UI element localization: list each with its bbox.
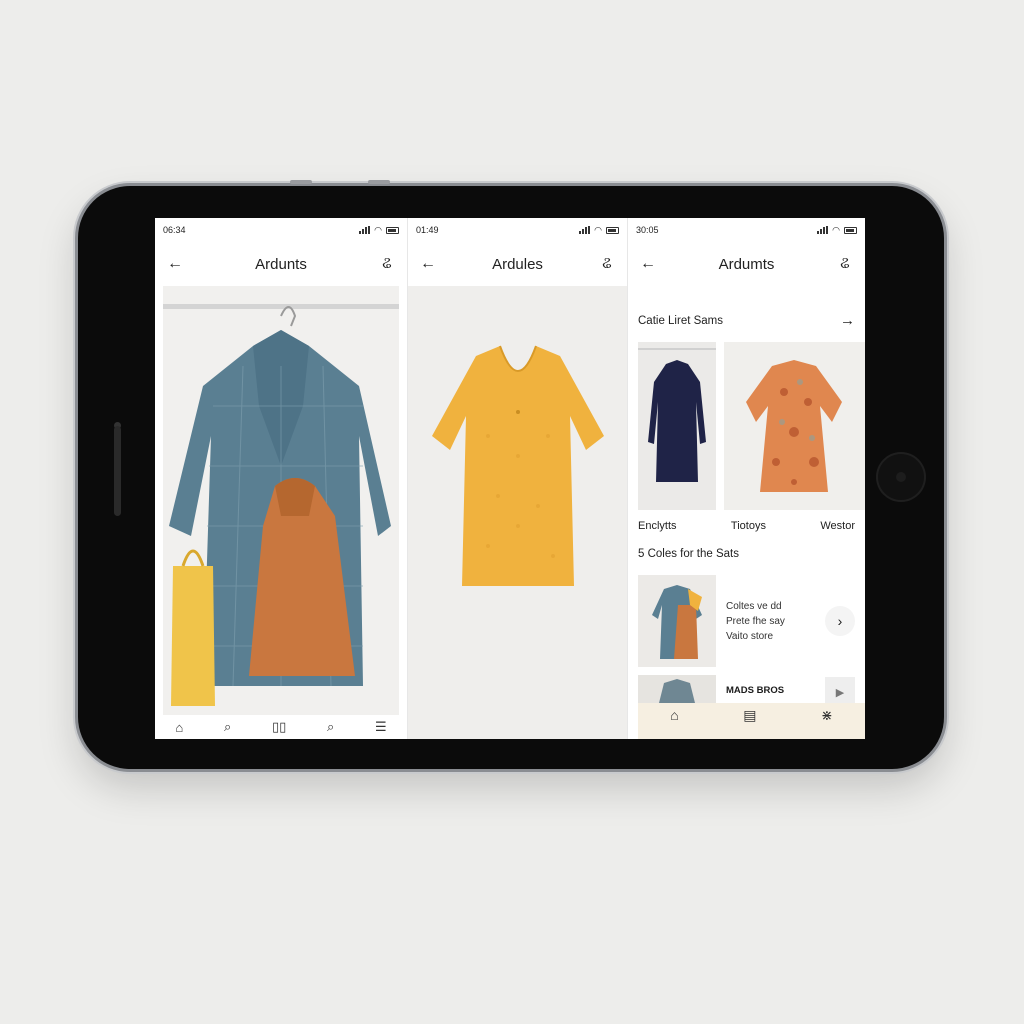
signal-icon: [817, 226, 829, 234]
top-nav: ← Ardules ଌ: [408, 242, 627, 286]
category-link[interactable]: Tiotoys: [731, 520, 766, 532]
tab-layout[interactable]: ▤: [743, 707, 756, 724]
status-time: 30:05: [636, 225, 659, 235]
book-icon[interactable]: ▯▯: [272, 719, 286, 735]
search-icon[interactable]: ⌕: [224, 719, 231, 735]
status-bar: 06:34 ◠: [155, 218, 407, 242]
signal-icon: [579, 226, 591, 234]
status-bar: 30:05 ◠: [628, 218, 865, 242]
yellow-top-illustration: [432, 345, 604, 586]
page-title: Ardules: [492, 255, 543, 273]
top-nav: ← Ardunts ଌ: [155, 242, 407, 286]
screen: 06:34 ◠ ← Ardunts ଌ ⌂ ⌕ ▯▯ ⌕ ☰ 01:49 ◠ ←…: [155, 218, 865, 739]
coat-scarf-illustration: [163, 304, 399, 706]
status-time: 06:34: [163, 225, 186, 235]
wifi-icon: ◠: [832, 224, 840, 235]
list-item-line: Coltes ve dd: [726, 600, 782, 612]
section-title: Catie Liret Sams: [638, 314, 724, 327]
screen-pane-2: 01:49 ◠ ← Ardules ଌ: [408, 218, 628, 739]
speaker-grille: [114, 426, 121, 516]
volume-button: [290, 180, 312, 184]
layout-icon: ▤: [743, 707, 757, 723]
chevron-right-icon[interactable]: ›: [825, 606, 855, 636]
product-thumbnail[interactable]: [638, 342, 716, 510]
list-item[interactable]: Coltes ve dd Prete fhe say Vaito store ›: [638, 575, 855, 667]
product-thumbnail[interactable]: [724, 342, 865, 510]
outfit-illustration: [652, 585, 702, 659]
power-button: [368, 180, 390, 184]
arrow-left-icon[interactable]: ←: [165, 255, 185, 273]
category-row: Enclytts Tiotoys Westor: [638, 520, 855, 532]
tablet-device: 06:34 ◠ ← Ardunts ଌ ⌂ ⌕ ▯▯ ⌕ ☰ 01:49 ◠ ←…: [78, 180, 944, 769]
spark-icon: ⋇: [820, 707, 833, 723]
floral-dress-illustration: [746, 360, 842, 492]
squiggle-icon[interactable]: ଌ: [597, 255, 617, 273]
menu-icon[interactable]: ☰: [375, 719, 387, 735]
page-title: Ardunts: [255, 255, 307, 273]
page-title: Ardumts: [718, 255, 775, 273]
signal-icon: [359, 226, 371, 234]
list-item-line: Prete fhe say: [726, 615, 785, 627]
list-item-label: MADS BROS: [726, 685, 785, 696]
navy-dress-illustration: [638, 348, 716, 482]
bottom-nav: ⌂ ⌕ ▯▯ ⌕ ☰: [155, 715, 407, 739]
arrow-left-icon[interactable]: ←: [418, 255, 438, 273]
section-title: 5 Coles for the Sats: [638, 548, 739, 560]
product-image[interactable]: [408, 286, 627, 739]
home-icon[interactable]: ⌂: [175, 720, 183, 735]
status-bar: 01:49 ◠: [408, 218, 627, 242]
wifi-icon: ◠: [374, 224, 382, 235]
wifi-icon: ◠: [594, 224, 602, 235]
home-icon: ⌂: [670, 707, 679, 723]
top-nav: ← Ardumts ଌ: [628, 242, 865, 286]
home-button[interactable]: [876, 452, 926, 502]
battery-icon: [606, 226, 619, 234]
list-item-thumbnail: [638, 575, 716, 667]
screen-pane-1: 06:34 ◠ ← Ardunts ଌ ⌂ ⌕ ▯▯ ⌕ ☰: [155, 218, 408, 739]
status-time: 01:49: [416, 225, 439, 235]
product-image[interactable]: [163, 286, 399, 716]
tab-spark[interactable]: ⋇: [821, 707, 833, 724]
category-link[interactable]: Enclytts: [638, 520, 677, 532]
category-link[interactable]: Westor: [820, 520, 855, 532]
battery-icon: [386, 226, 399, 234]
tab-home[interactable]: ⌂: [670, 707, 678, 723]
battery-icon: [844, 226, 857, 234]
section-header: Catie Liret Sams →: [638, 312, 855, 329]
arrow-right-icon[interactable]: →: [840, 312, 855, 329]
squiggle-icon[interactable]: ଌ: [377, 255, 397, 273]
squiggle-icon[interactable]: ଌ: [835, 255, 855, 273]
search-icon[interactable]: ⌕: [327, 719, 334, 735]
arrow-left-icon[interactable]: ←: [638, 255, 658, 273]
bottom-tab-bar: ⌂ ▤ ⋇: [638, 703, 865, 739]
list-item-text: Coltes ve dd Prete fhe say Vaito store: [726, 599, 815, 644]
screen-pane-3: 30:05 ◠ ← Ardumts ଌ Catie Liret Sams → E…: [628, 218, 865, 739]
list-item-line: Vaito store: [726, 630, 774, 642]
